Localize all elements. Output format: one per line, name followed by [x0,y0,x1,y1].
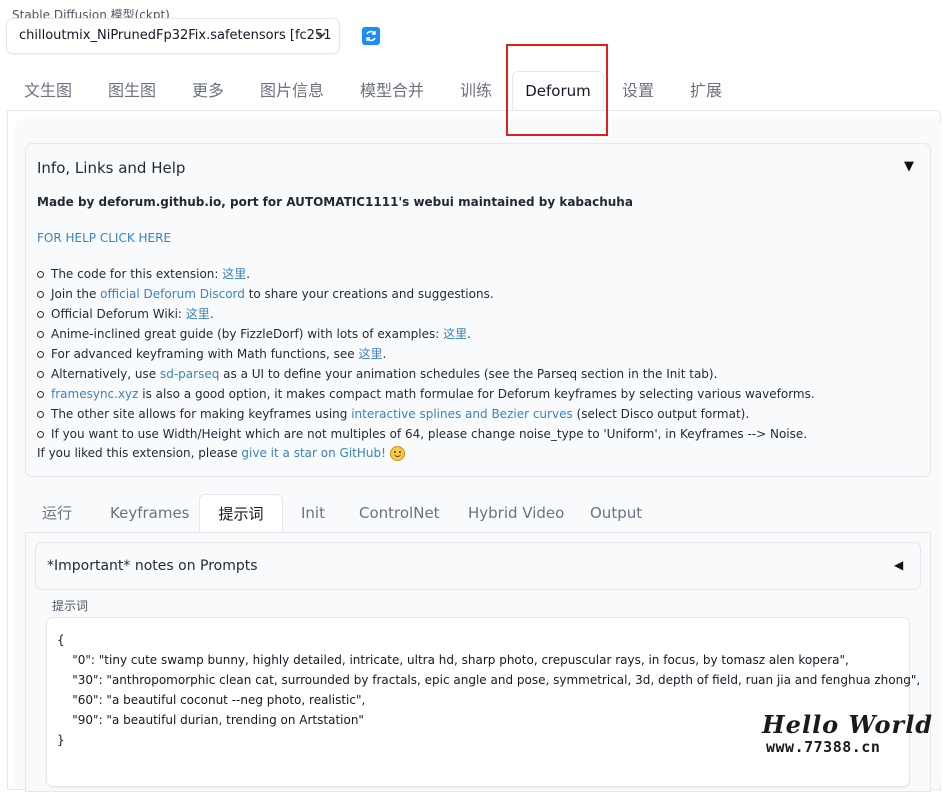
list-item: The other site allows for making keyfram… [37,406,815,426]
help-link[interactable]: FOR HELP CLICK HERE [37,231,171,245]
tab-run[interactable]: 运行 [42,494,72,532]
tab-png-info[interactable]: 图片信息 [260,72,324,110]
code-link[interactable]: 这里 [222,267,246,281]
list-item-text: to share your creations and suggestions. [244,287,494,301]
info-links-list: The code for this extension: 这里. Join th… [37,266,815,446]
wiki-link[interactable]: 这里 [186,307,210,321]
list-item-text: (select Disco output format). [572,407,750,421]
list-item: The code for this extension: 这里. [37,266,815,286]
prompt-line: { [57,633,65,647]
model-select-value: chilloutmix_NiPrunedFp32Fix.safetensors … [19,28,332,43]
list-item-text: If you want to use Width/Height which ar… [51,427,808,441]
prompts-textarea[interactable]: { "0": "tiny cute swamp bunny, highly de… [46,617,921,787]
list-item-text: Official Deforum Wiki: [51,307,186,321]
list-item-text: The code for this extension: [51,267,223,281]
tab-checkpoint-merger[interactable]: 模型合并 [360,72,424,110]
list-item-text: Alternatively, use [51,367,160,381]
list-item: Anime-inclined great guide (by FizzleDor… [37,326,815,346]
sd-parseq-link[interactable]: sd-parseq [160,367,219,381]
list-item-text: Anime-inclined great guide (by FizzleDor… [51,327,444,341]
list-item-text: Join the [51,287,101,301]
prompt-line: "0": "tiny cute swamp bunny, highly deta… [57,653,849,667]
framesync-link[interactable]: framesync.xyz [51,387,138,401]
tab-prompts[interactable]: 提示词 [199,494,283,535]
made-by-text: Made by deforum.github.io, port for AUTO… [37,195,633,209]
splines-link[interactable]: interactive splines and Bezier curves [351,407,572,421]
list-item-text: . [209,307,214,321]
prompt-line: "30": "anthropomorphic clean cat, surrou… [57,673,921,687]
github-star-link[interactable]: give it a star on GitHub! [241,446,386,460]
watermark-title: Hello World [762,710,934,739]
prompts-label: 提示词 [52,599,89,613]
tab-keyframes[interactable]: Keyframes [110,494,190,532]
tab-controlnet[interactable]: ControlNet [359,494,440,532]
tab-extras[interactable]: 更多 [192,72,224,110]
tab-train[interactable]: 训练 [460,72,492,110]
refresh-button[interactable] [362,27,380,45]
model-select[interactable]: chilloutmix_NiPrunedFp32Fix.safetensors … [6,18,340,54]
list-item: If you want to use Width/Height which ar… [37,426,815,446]
discord-link[interactable]: official Deforum Discord [100,287,245,301]
list-item: For advanced keyframing with Math functi… [37,346,815,366]
watermark-url: www.77388.cn [766,738,881,756]
tab-init[interactable]: Init [301,494,325,532]
math-keyframing-link[interactable]: 这里 [358,347,382,361]
main-tab-bar: 文生图 图生图 更多 图片信息 模型合并 训练 Deforum 设置 扩展 [0,71,943,112]
chevron-down-icon [315,19,327,53]
list-item-text: The other site allows for making keyfram… [51,407,352,421]
prompt-notes-title[interactable]: *Important* notes on Prompts [47,558,258,574]
list-item-text: For advanced keyframing with Math functi… [51,347,359,361]
github-star-text: If you liked this extension, please [37,446,242,460]
list-item-text: as a UI to define your animation schedul… [219,367,718,381]
highlight-box [506,44,608,136]
refresh-icon [366,30,376,42]
tab-txt2img[interactable]: 文生图 [24,72,72,110]
github-star-line: If you liked this extension, please give… [37,446,405,461]
tab-output[interactable]: Output [590,494,642,532]
anime-guide-link[interactable]: 这里 [443,327,467,341]
tab-settings[interactable]: 设置 [622,72,654,110]
tab-extensions[interactable]: 扩展 [690,72,722,110]
list-item: Join the official Deforum Discord to sha… [37,286,815,306]
expand-arrow-icon[interactable]: ◀ [894,558,903,572]
list-item-text: . [382,347,387,361]
collapse-arrow-icon[interactable]: ▼ [904,159,914,174]
smiley-icon [389,446,405,461]
prompt-line: "60": "a beautiful coconut --neg photo, … [57,693,366,707]
tab-hybrid-video[interactable]: Hybrid Video [468,494,564,532]
list-item-text: is also a good option, it makes compact … [138,387,815,401]
info-accordion-title[interactable]: Info, Links and Help [37,159,185,177]
tab-img2img[interactable]: 图生图 [108,72,156,110]
list-item-text: . [467,327,471,341]
list-item-text: . [246,267,251,281]
list-item: Official Deforum Wiki: 这里. [37,306,815,326]
list-item: framesync.xyz is also a good option, it … [37,386,815,406]
list-item: Alternatively, use sd-parseq as a UI to … [37,366,815,386]
deforum-tab-bar: 运行 Keyframes 提示词 Init ControlNet Hybrid … [0,494,943,535]
